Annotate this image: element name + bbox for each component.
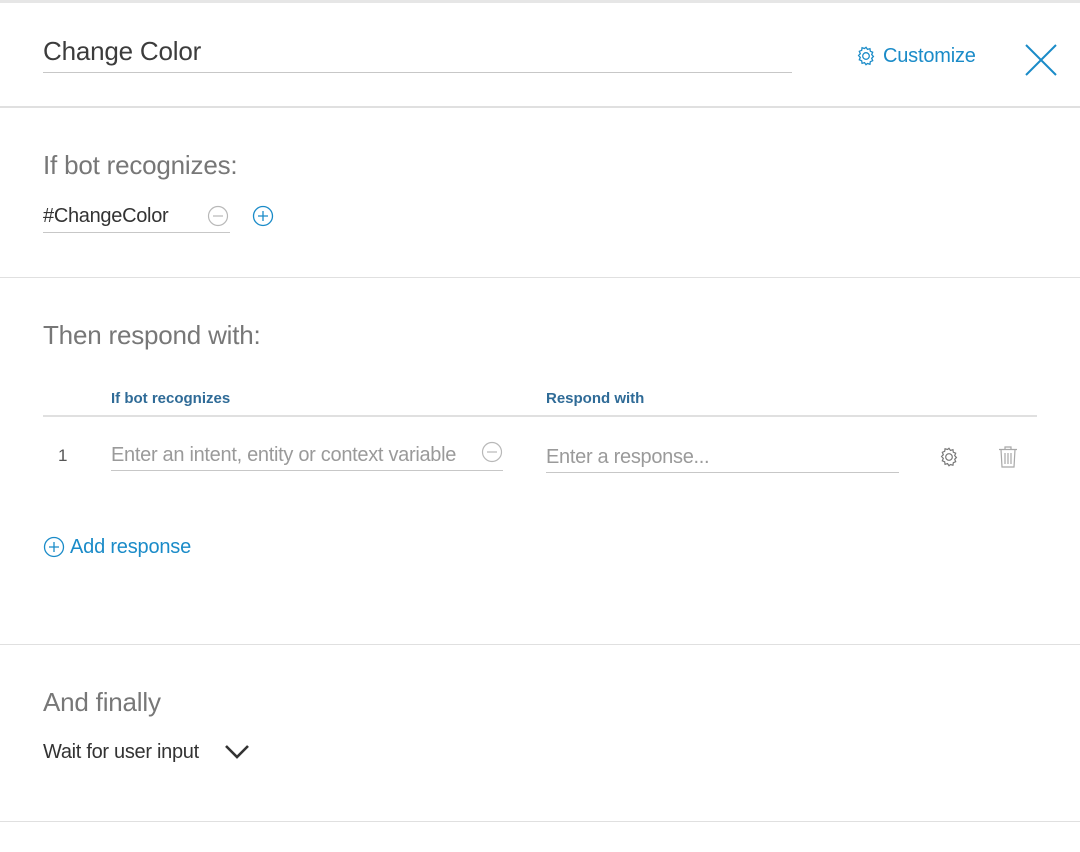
condition-value[interactable]: #ChangeColor bbox=[43, 205, 169, 228]
plus-circle-icon[interactable] bbox=[252, 205, 274, 227]
finally-action-dropdown[interactable]: Wait for user input bbox=[43, 737, 251, 767]
node-title-field[interactable]: Change Color bbox=[43, 33, 792, 73]
condition-field[interactable]: #ChangeColor bbox=[43, 201, 230, 233]
row-number: 1 bbox=[58, 446, 68, 465]
response-input[interactable] bbox=[546, 443, 899, 471]
add-response-button[interactable]: Add response bbox=[43, 534, 191, 560]
condition-input-wrap bbox=[111, 441, 503, 471]
responses-table-header: If bot recognizes Respond with bbox=[43, 386, 1037, 417]
customize-button[interactable]: Customize bbox=[855, 41, 976, 71]
minus-circle-icon[interactable] bbox=[481, 441, 503, 463]
customize-label: Customize bbox=[883, 44, 976, 67]
then-heading: Then respond with: bbox=[43, 320, 261, 350]
column-header-condition: If bot recognizes bbox=[111, 390, 231, 407]
minus-circle-icon[interactable] bbox=[207, 205, 229, 227]
if-heading: If bot recognizes: bbox=[43, 150, 238, 180]
condition-input[interactable] bbox=[111, 441, 466, 469]
finally-heading: And finally bbox=[43, 687, 161, 717]
finally-section: And finally Wait for user input bbox=[0, 645, 1080, 822]
close-icon[interactable] bbox=[1022, 41, 1060, 79]
chevron-down-icon bbox=[224, 745, 249, 759]
node-title[interactable]: Change Color bbox=[43, 36, 201, 67]
plus-circle-icon bbox=[43, 536, 65, 558]
response-input-wrap bbox=[546, 443, 899, 473]
if-section: If bot recognizes: #ChangeColor bbox=[0, 108, 1080, 278]
trash-icon[interactable] bbox=[997, 445, 1019, 469]
column-header-response: Respond with bbox=[546, 390, 645, 407]
gear-icon bbox=[857, 46, 875, 66]
gear-icon[interactable] bbox=[938, 446, 960, 468]
add-response-label: Add response bbox=[70, 535, 192, 558]
dialog-header: Change Color Customize bbox=[0, 3, 1080, 108]
then-section: Then respond with: If bot recognizes Res… bbox=[0, 278, 1080, 645]
finally-selected-option: Wait for user input bbox=[43, 740, 199, 763]
